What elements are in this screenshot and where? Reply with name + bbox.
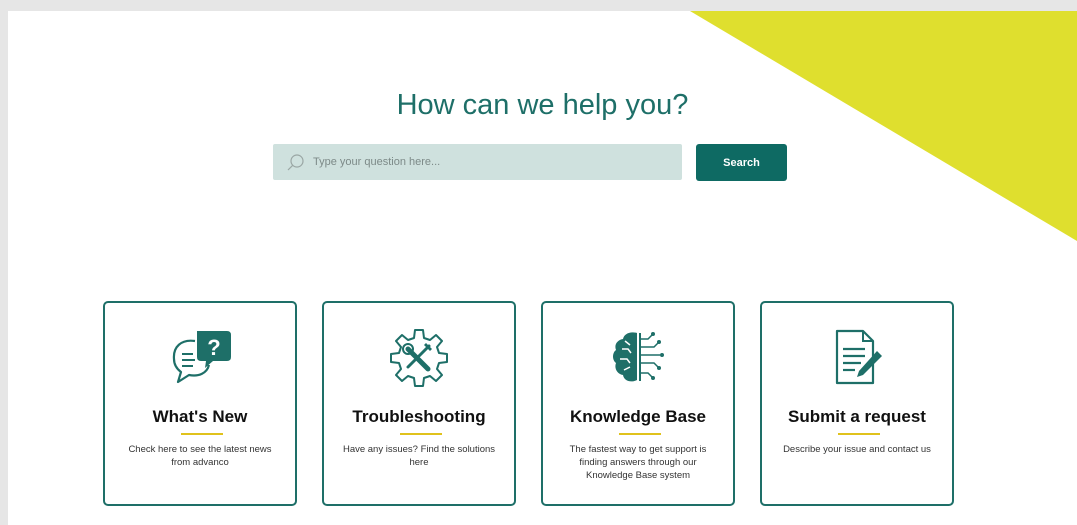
card-title: What's New: [152, 407, 248, 426]
card-troubleshooting[interactable]: Troubleshooting Have any issues? Find th…: [322, 301, 516, 506]
search-input[interactable]: [313, 144, 673, 180]
brain-circuit-icon: [613, 332, 664, 382]
card-knowledge-base[interactable]: Knowledge Base The fastest way to get su…: [541, 301, 735, 506]
card-title: Troubleshooting: [352, 407, 486, 426]
card-divider: [619, 433, 661, 435]
card-description: Describe your issue and contact us: [783, 444, 931, 455]
chat-question-icon: ?: [172, 331, 231, 384]
page-title: How can we help you?: [396, 89, 689, 121]
card-description: The fastest way to get support is findin…: [569, 444, 707, 481]
card-divider: [181, 433, 223, 435]
card-submit-request[interactable]: Submit a request Describe your issue and…: [760, 301, 954, 506]
card-title: Submit a request: [788, 407, 926, 426]
search-button[interactable]: Search: [696, 144, 787, 181]
search-bar[interactable]: [273, 144, 682, 180]
svg-text:?: ?: [207, 335, 220, 360]
document-pen-icon: [835, 329, 882, 385]
card-divider: [400, 433, 442, 435]
card-description: Have any issues? Find the solutions here: [342, 444, 496, 468]
card-divider: [838, 433, 880, 435]
help-center-page: How can we help you? Search ? What's New…: [8, 11, 1077, 525]
card-description: Check here to see the latest news from a…: [128, 444, 272, 468]
card-title: Knowledge Base: [569, 407, 707, 426]
card-whats-new[interactable]: ? What's New Check here to see the lates…: [103, 301, 297, 506]
search-icon: [287, 154, 304, 171]
gear-tools-icon: [390, 329, 448, 387]
